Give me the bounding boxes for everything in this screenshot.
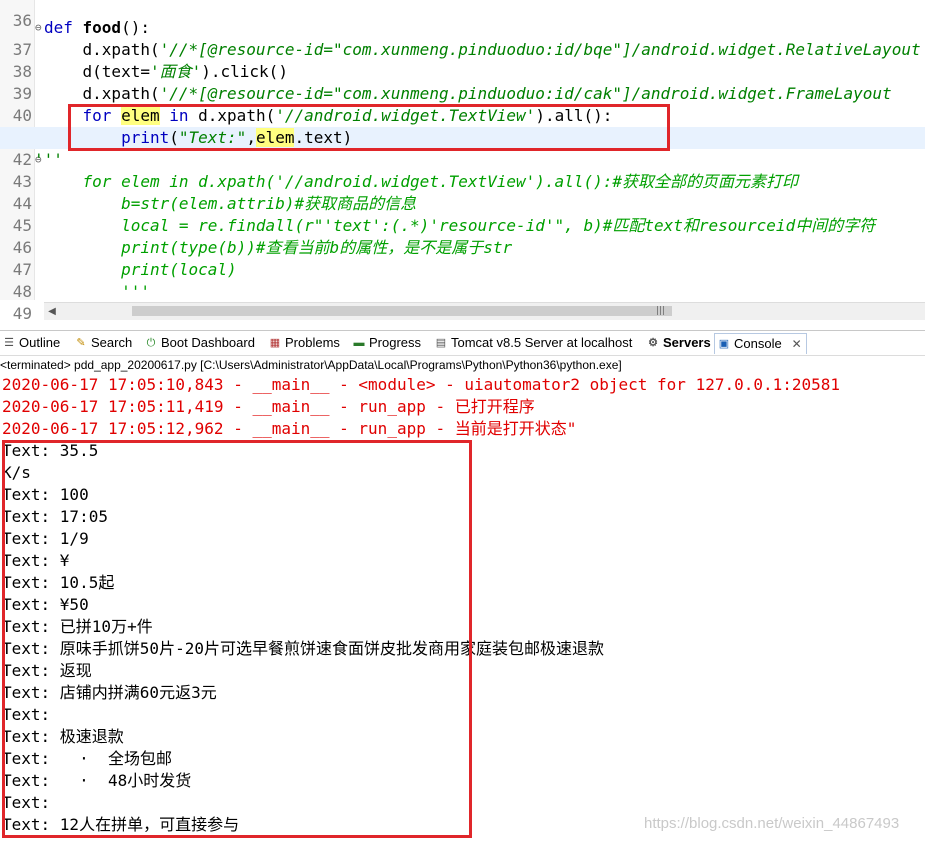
code-text: '''	[44, 282, 150, 301]
code-text: local = re.findall(r"'text':(.*)'resourc…	[44, 216, 876, 235]
line-number: 49	[12, 304, 32, 320]
code-token: d(text=	[44, 62, 150, 81]
console-status: <terminated> pdd_app_20200617.py [C:\Use…	[0, 355, 925, 374]
code-text: b=str(elem.attrib)#获取商品的信息	[44, 194, 417, 213]
code-highlight-box	[68, 104, 670, 151]
tab-search[interactable]: ✎ Search	[72, 333, 132, 353]
close-icon[interactable]: ✕	[792, 334, 802, 354]
code-line: 43 ⊖ '''	[0, 149, 925, 191]
tab-progress[interactable]: ▬ Progress	[350, 333, 422, 353]
code-line: 48 print(local)	[0, 259, 925, 301]
code-text: for elem in d.xpath('//android.widget.Te…	[44, 172, 798, 191]
code-token: '面食'	[149, 62, 202, 81]
tab-tomcat-server[interactable]: ▤ Tomcat v8.5 Server at localhost	[432, 333, 633, 353]
log-line: 2020-06-17 17:05:11,419 - __main__ - run…	[2, 397, 535, 416]
outline-icon: ☰	[4, 337, 14, 349]
log-line: 2020-06-17 17:05:12,962 - __main__ - run…	[2, 419, 577, 438]
tab-label: Search	[91, 335, 133, 350]
code-text: '''	[34, 150, 63, 169]
tab-label: Servers	[663, 335, 711, 350]
code-token: d.xpath(	[44, 40, 160, 59]
scrollbar-thumb[interactable]	[132, 306, 672, 316]
code-token: food	[82, 18, 122, 37]
power-icon: ⏻	[146, 337, 156, 349]
tab-label: Progress	[369, 335, 422, 350]
tab-console[interactable]: ▣ Console ✕	[714, 333, 807, 354]
code-line: 47 print(type(b))#查看当前b的属性，是不是属于str	[0, 237, 925, 279]
code-line: 36	[0, 0, 925, 30]
code-line: 46 local = re.findall(r"'text':(.*)'reso…	[0, 215, 925, 257]
output-highlight-box	[2, 440, 472, 838]
code-token: ():	[121, 18, 150, 37]
code-text: print(local)	[44, 260, 237, 279]
console-icon: ▣	[718, 338, 730, 350]
problems-icon: ▦	[269, 337, 281, 349]
code-line: 44 for elem in d.xpath('//android.widget…	[0, 171, 925, 213]
code-line: 39 d(text='面食').click()	[0, 61, 925, 103]
tab-outline[interactable]: ☰ Outline	[0, 333, 60, 353]
tab-label: Outline	[19, 335, 61, 350]
tab-problems[interactable]: ▦ Problems	[266, 333, 340, 353]
code-token: ).click()	[201, 62, 288, 81]
code-line: 38 d.xpath('//*[@resource-id="com.xunmen…	[0, 39, 925, 81]
code-text: print(type(b))#查看当前b的属性，是不是属于str	[44, 238, 513, 257]
code-token: '//*[@resource-id="com.xunmeng.pinduoduo…	[159, 84, 892, 103]
servers-icon: ⚙	[648, 337, 658, 349]
scrollbar-grip-icon: |||	[656, 306, 666, 316]
tab-label: Problems	[285, 335, 340, 350]
tab-boot-dashboard[interactable]: ⏻ Boot Dashboard	[142, 333, 255, 353]
code-line: 37 ⊖ def food():	[0, 17, 925, 59]
search-icon: ✎	[76, 337, 86, 349]
tab-label: Tomcat v8.5 Server at localhost	[451, 335, 633, 350]
console-output[interactable]: 2020-06-17 17:05:10,843 - __main__ - <mo…	[0, 374, 925, 843]
code-editor[interactable]: 36 37 ⊖ def food(): 38 d.xpath('//*[@res…	[0, 0, 925, 320]
code-line: 45 b=str(elem.attrib)#获取商品的信息	[0, 193, 925, 235]
view-tab-bar: ☰ Outline ✎ Search ⏻ Boot Dashboard ▦ Proble…	[0, 330, 925, 354]
log-line: 2020-06-17 17:05:10,843 - __main__ - <mo…	[2, 375, 841, 394]
tab-servers[interactable]: ⚙ Servers	[644, 333, 711, 353]
code-token: '//*[@resource-id="com.xunmeng.pinduoduo…	[159, 40, 921, 59]
code-token: d.xpath(	[44, 84, 160, 103]
tab-label: Boot Dashboard	[161, 335, 255, 350]
tab-label: Console	[734, 336, 782, 351]
progress-icon: ▬	[353, 337, 365, 349]
code-line: 40 d.xpath('//*[@resource-id="com.xunmen…	[0, 83, 925, 125]
watermark: https://blog.csdn.net/weixin_44867493	[644, 815, 900, 832]
scroll-left-icon[interactable]: ◀	[44, 303, 60, 320]
server-icon: ▤	[435, 337, 447, 349]
horizontal-scrollbar[interactable]: ◀ |||	[44, 302, 925, 320]
code-line: 49 '''	[0, 281, 925, 320]
code-token: def	[44, 18, 83, 37]
